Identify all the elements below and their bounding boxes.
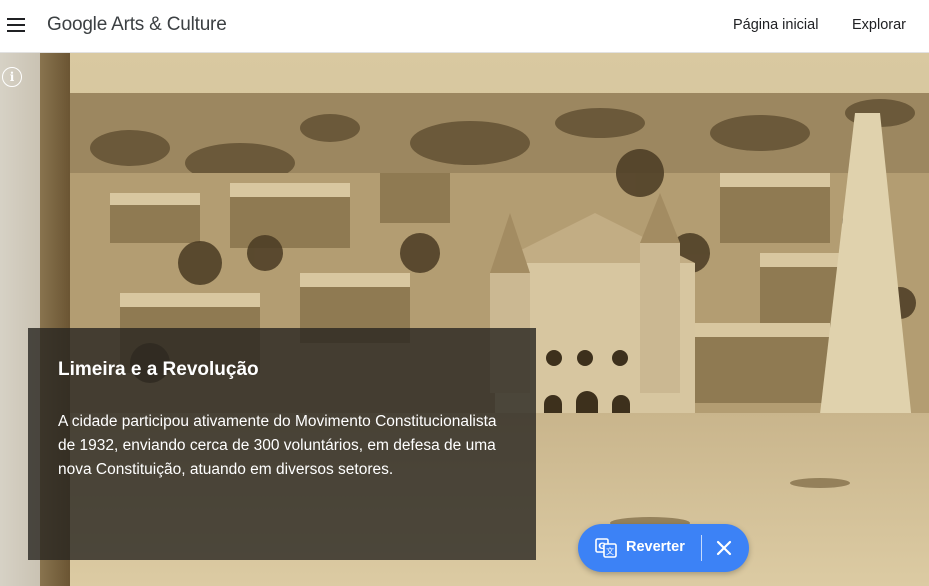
svg-text:文: 文 [606, 546, 614, 556]
story-caption-card: Limeira e a Revolução A cidade participo… [28, 328, 536, 560]
revert-button[interactable]: Reverter [626, 539, 685, 555]
caption-title: Limeira e a Revolução [58, 359, 259, 380]
top-app-bar: Google Arts & Culture Página inicial Exp… [0, 0, 929, 53]
nav-home-link[interactable]: Página inicial [733, 17, 818, 33]
translate-revert-bar: G 文 Reverter [578, 524, 749, 572]
pill-divider [701, 535, 702, 561]
nav-explore-link[interactable]: Explorar [852, 17, 906, 33]
translate-icon: G 文 [595, 538, 617, 558]
caption-body: A cidade participou ativamente do Movime… [58, 413, 497, 478]
close-icon[interactable] [715, 539, 733, 557]
google-arts-culture-logo[interactable]: Google Arts & Culture [47, 14, 227, 36]
info-icon[interactable]: i [2, 67, 22, 87]
hamburger-menu-icon[interactable] [6, 14, 29, 36]
